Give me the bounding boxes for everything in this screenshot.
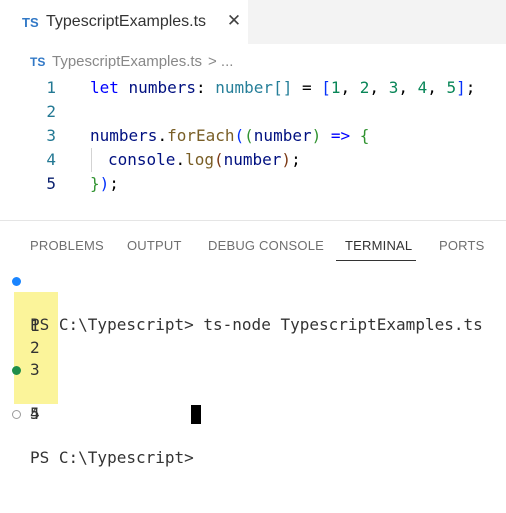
code-text: }); [90,172,119,196]
tab-debug-console[interactable]: DEBUG CONSOLE [208,238,324,253]
tab-problems[interactable]: PROBLEMS [30,238,104,253]
command-status-blue-icon[interactable] [12,277,21,286]
tab-title: TypescriptExamples.ts [46,13,207,30]
method-foreach: forEach [167,126,235,145]
line-number: 5 [46,174,56,193]
command-decoration-empty-icon[interactable] [12,410,21,419]
colon: : [195,78,206,97]
breadcrumb: TS TypescriptExamples.ts > ... [0,52,506,72]
code-line-2[interactable]: 2 [0,100,506,124]
terminal-output-line: 4 [0,359,506,423]
method-log: log [185,150,214,169]
breadcrumb-more[interactable]: > ... [208,53,233,70]
command-decoration-green-icon[interactable] [12,366,21,375]
array-value: 3 [388,78,399,97]
code-line-3[interactable]: 3 numbers.forEach((number) => { [0,124,506,148]
indent-guide [91,148,92,172]
object-console: console [108,150,176,169]
paren-open: ( [234,126,245,145]
terminal-command-line: PS C:\Typescript> ts-node TypescriptExam… [0,270,506,334]
array-value: 1 [330,78,341,97]
arrow-operator: => [321,126,360,145]
terminal-output[interactable]: PS C:\Typescript> ts-node TypescriptExam… [0,268,506,467]
panel-tab-bar: PROBLEMS OUTPUT DEBUG CONSOLE TERMINAL P… [0,232,506,262]
code-line-4[interactable]: 4 console.log(number); [0,148,506,172]
array-value: 2 [359,78,370,97]
terminal-prompt: PS C:\Typescript> [30,448,204,467]
arg-number: number [223,150,282,169]
breadcrumb-file[interactable]: TypescriptExamples.ts [52,53,202,70]
dot: . [157,126,168,145]
type-number: number [215,78,274,97]
semicolon: ; [465,78,476,97]
tab-ports[interactable]: PORTS [439,238,485,253]
typescript-file-icon: TS [30,55,46,69]
paren-close-inner: ) [311,126,322,145]
panel-divider[interactable] [0,220,506,221]
array-close-bracket: ] [456,78,466,97]
array-value: 4 [417,78,428,97]
editor-tab-bar: TS TypescriptExamples.ts ✕ [0,0,506,44]
code-line-1[interactable]: 1 let numbers: number[] = [1, 2, 3, 4, 5… [0,76,506,100]
brace-open: { [359,126,370,145]
code-editor[interactable]: 1 let numbers: number[] = [1, 2, 3, 4, 5… [0,74,506,204]
paren-open-inner: ( [244,126,254,145]
keyword-let: let [90,78,119,97]
variable-numbers: numbers [128,78,196,97]
array-brackets: [] [273,78,293,97]
assign-operator: = [292,78,322,97]
active-tab-indicator [336,260,416,261]
terminal-prompt-line: PS C:\Typescript> [0,403,506,467]
code-text: numbers.forEach((number) => { [90,124,369,148]
brace-close: } [90,174,100,193]
line-number: 4 [46,150,56,169]
semicolon: ; [109,174,119,193]
tab-terminal[interactable]: TERMINAL [345,238,412,253]
line-number: 3 [46,126,56,145]
terminal-output-line: 1 [0,293,506,335]
code-line-5[interactable]: 5 }); [0,172,506,196]
semicolon: ; [291,150,301,169]
dot: . [175,150,186,169]
typescript-file-icon: TS [22,15,39,30]
terminal-output-line: 3 [0,337,506,379]
paren-close: ) [281,150,292,169]
variable-numbers: numbers [90,126,158,145]
paren-open: ( [213,150,224,169]
terminal-output-line: 5 [0,381,506,423]
editor-tab-typescriptexamples[interactable]: TS TypescriptExamples.ts ✕ [0,0,248,44]
array-open-bracket: [ [321,78,331,97]
paren-close: ) [99,174,110,193]
terminal-output-line: 2 [0,315,506,357]
terminal-cursor [191,405,201,424]
param-number: number [253,126,312,145]
tab-output[interactable]: OUTPUT [127,238,182,253]
code-text: console.log(number); [108,148,301,172]
line-number: 1 [46,78,56,97]
close-icon[interactable]: ✕ [226,12,242,30]
line-number: 2 [46,102,56,121]
array-value: 5 [446,78,457,97]
code-text: let numbers: number[] = [1, 2, 3, 4, 5]; [90,78,476,97]
